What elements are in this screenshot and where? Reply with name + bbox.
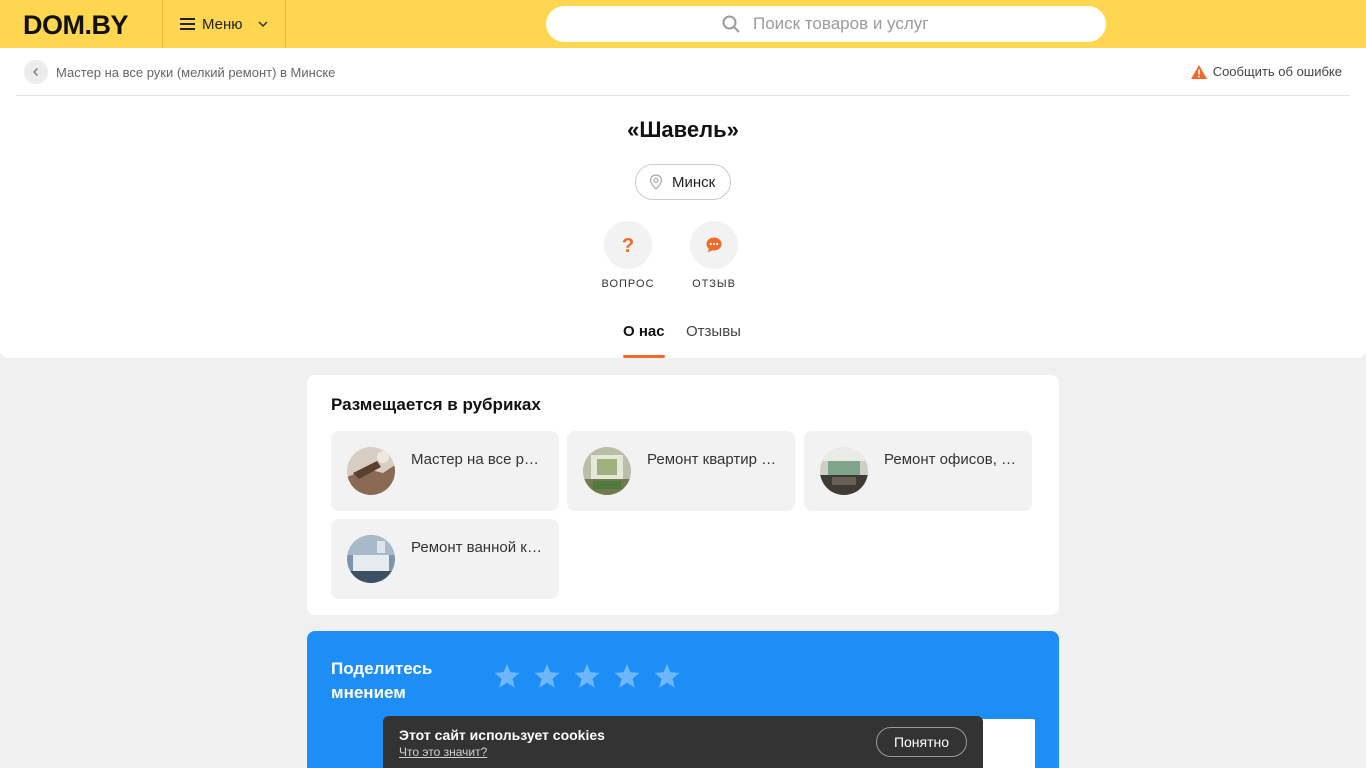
category-thumbnail xyxy=(347,447,395,495)
category-item-bathroom[interactable]: Ремонт ванной комнаты xyxy=(331,519,559,599)
tab-reviews[interactable]: Отзывы xyxy=(686,323,741,358)
category-label: Ремонт ванной комнаты xyxy=(411,539,545,556)
cookie-accept-button[interactable]: Понятно xyxy=(876,727,967,757)
search-input[interactable] xyxy=(753,12,1083,36)
tab-about[interactable]: О нас xyxy=(623,323,665,358)
search-bar xyxy=(546,6,1106,42)
categories-title: Размещается в рубриках xyxy=(331,395,541,414)
category-item-apartments[interactable]: Ремонт квартир и домов xyxy=(567,431,795,511)
rating-title: Поделитесь мнением xyxy=(331,659,433,702)
ask-question-button[interactable]: ? ВОПРОС xyxy=(593,221,663,290)
category-thumbnail xyxy=(347,535,395,583)
cookie-text: Этот сайт использует cookies xyxy=(399,727,605,743)
chevron-left-icon xyxy=(33,68,38,76)
cookie-info-link[interactable]: Что это значит? xyxy=(399,745,487,759)
star-icon[interactable] xyxy=(653,663,681,689)
star-icon[interactable] xyxy=(613,663,641,689)
site-logo[interactable]: DOM.BY xyxy=(23,10,129,41)
warning-icon xyxy=(1190,64,1207,79)
leave-review-button[interactable]: ОТЗЫВ xyxy=(679,221,749,290)
category-label: Ремонт офисов, помещений xyxy=(884,451,1018,468)
star-icon[interactable] xyxy=(573,663,601,689)
cookie-banner: Этот сайт использует cookies Что это зна… xyxy=(383,716,983,768)
city-button[interactable]: Минск xyxy=(635,164,731,200)
chevron-down-icon xyxy=(258,21,268,28)
breadcrumb: Мастер на все руки (мелкий ремонт) в Мин… xyxy=(16,48,1350,96)
star-rating xyxy=(493,663,693,689)
city-label: Минск xyxy=(672,173,716,191)
question-icon: ? xyxy=(622,235,634,255)
category-thumbnail xyxy=(583,447,631,495)
chat-bubble-icon xyxy=(706,237,722,253)
site-header: DOM.BY Меню xyxy=(0,0,1366,48)
star-icon[interactable] xyxy=(533,663,561,689)
company-card: Мастер на все руки (мелкий ремонт) в Мин… xyxy=(0,48,1366,358)
svg-text:?: ? xyxy=(622,235,634,255)
question-label: ВОПРОС xyxy=(601,278,655,290)
tab-bar: О нас Отзывы xyxy=(0,323,1366,358)
category-label: Ремонт квартир и домов xyxy=(647,451,781,468)
back-button[interactable] xyxy=(24,60,48,84)
category-item-offices[interactable]: Ремонт офисов, помещений xyxy=(804,431,1032,511)
burger-icon xyxy=(180,18,195,30)
category-thumbnail xyxy=(820,447,868,495)
category-item-handyman[interactable]: Мастер на все руки (мелкий ремонт) xyxy=(331,431,559,511)
star-icon[interactable] xyxy=(493,663,521,689)
menu-label: Меню xyxy=(202,15,243,33)
categories-card: Размещается в рубриках Мастер на все рук… xyxy=(307,375,1059,615)
report-error-link[interactable]: Сообщить об ошибке xyxy=(1190,64,1342,79)
page-title: «Шавель» xyxy=(627,117,739,142)
menu-button[interactable]: Меню xyxy=(162,0,286,48)
category-label: Мастер на все руки (мелкий ремонт) xyxy=(411,451,545,468)
review-circle xyxy=(690,221,738,269)
report-error-label: Сообщить об ошибке xyxy=(1212,64,1342,79)
review-label: ОТЗЫВ xyxy=(692,278,736,290)
location-pin-icon xyxy=(649,174,663,190)
breadcrumb-link[interactable]: Мастер на все руки (мелкий ремонт) в Мин… xyxy=(56,65,335,80)
search-icon xyxy=(722,15,740,33)
question-circle: ? xyxy=(604,221,652,269)
